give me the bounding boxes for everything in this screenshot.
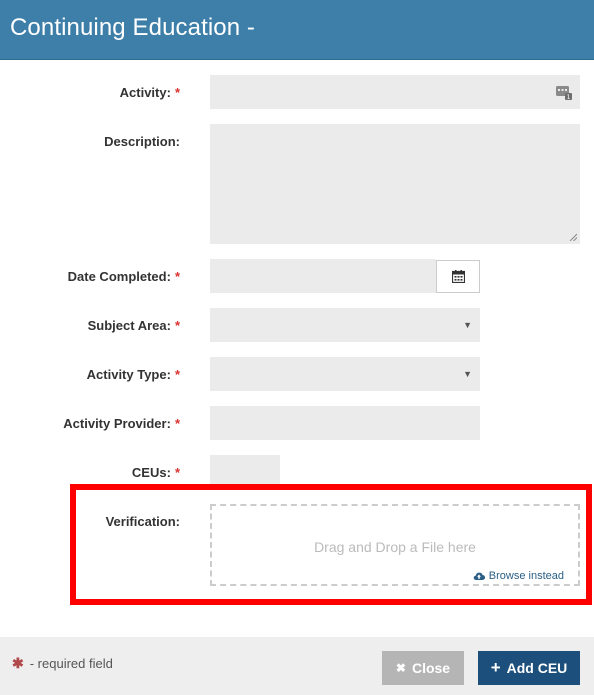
subject-area-label: Subject Area: * <box>87 318 180 333</box>
activity-label: Activity: * <box>119 85 180 100</box>
required-marker: * <box>174 416 180 431</box>
date-completed-input[interactable] <box>210 259 436 293</box>
verification-highlight-box <box>70 484 592 605</box>
add-ceu-button-label: Add CEU <box>506 660 568 676</box>
description-textarea[interactable] <box>210 124 580 244</box>
plus-icon: + <box>490 658 501 677</box>
resize-grip-icon[interactable] <box>569 233 577 241</box>
activity-type-label: Activity Type: * <box>86 367 180 382</box>
ceus-label: CEUs: * <box>131 465 180 480</box>
dialog-title: Continuing Education - <box>10 14 256 41</box>
activity-input[interactable]: 1 <box>210 75 580 109</box>
dropdown-arrow-icon: ▼ <box>463 320 472 330</box>
required-marker: * <box>174 367 180 382</box>
activity-provider-input[interactable] <box>210 406 480 440</box>
description-label: Description: <box>104 134 180 149</box>
required-marker: * <box>174 465 180 480</box>
required-field-note: ✱ - required field <box>12 655 113 672</box>
date-picker-button[interactable] <box>436 260 480 293</box>
activity-provider-label: Activity Provider: * <box>63 416 180 431</box>
date-completed-label: Date Completed: * <box>67 269 180 284</box>
dialog-header: Continuing Education - <box>0 0 594 60</box>
close-button-label: Close <box>411 660 451 676</box>
required-field-text: - required field <box>29 656 113 671</box>
close-button[interactable]: ✖ Close <box>382 651 464 685</box>
required-marker: * <box>174 85 180 100</box>
dropdown-arrow-icon: ▼ <box>463 369 472 379</box>
required-marker: * <box>174 318 180 333</box>
add-ceu-button[interactable]: + Add CEU <box>478 651 580 685</box>
required-star-icon: ✱ <box>12 655 24 671</box>
subject-area-select[interactable]: ▼ <box>210 308 480 342</box>
calendar-icon <box>451 270 465 283</box>
svg-text:1: 1 <box>567 94 571 100</box>
close-icon: ✖ <box>395 661 406 675</box>
ceus-input[interactable] <box>210 455 280 485</box>
required-marker: * <box>174 269 180 284</box>
activity-type-select[interactable]: ▼ <box>210 357 480 391</box>
activity-lookup-icon[interactable]: 1 <box>556 84 572 100</box>
